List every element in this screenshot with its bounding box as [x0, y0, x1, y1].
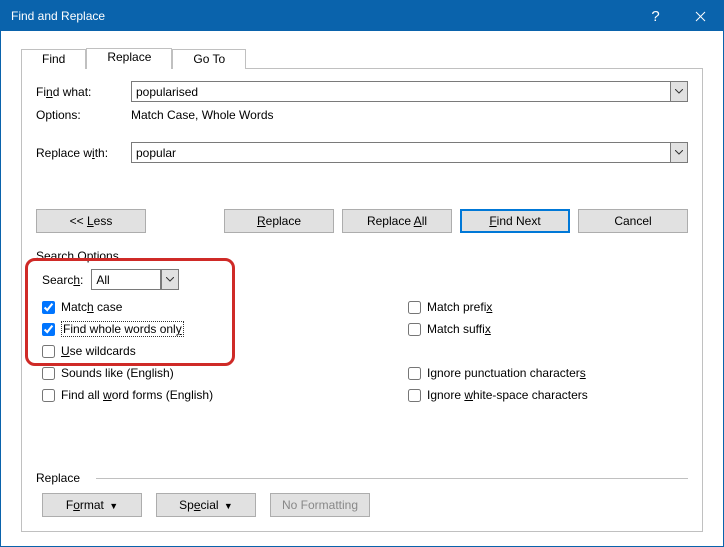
match-prefix-label: Match prefix: [427, 300, 492, 314]
find-what-dropdown[interactable]: [670, 81, 688, 102]
close-button[interactable]: [678, 1, 723, 31]
find-next-button[interactable]: Find Next: [460, 209, 570, 233]
format-button[interactable]: Format ▼: [42, 493, 142, 517]
replace-all-button[interactable]: Replace All: [342, 209, 452, 233]
chevron-down-icon: [675, 89, 683, 94]
close-icon: [695, 11, 706, 22]
help-button[interactable]: ?: [633, 1, 678, 31]
match-case-checkbox[interactable]: [42, 301, 55, 314]
options-label: Options:: [36, 108, 131, 122]
special-button[interactable]: Special ▼: [156, 493, 256, 517]
search-scope-dropdown[interactable]: [161, 269, 179, 290]
match-prefix-checkbox[interactable]: [408, 301, 421, 314]
whole-words-label: Find whole words only: [61, 322, 184, 336]
chevron-down-icon: [166, 277, 174, 282]
replace-with-dropdown[interactable]: [670, 142, 688, 163]
options-value: Match Case, Whole Words: [131, 108, 274, 122]
dialog-title: Find and Replace: [11, 9, 633, 23]
less-button[interactable]: << Less: [36, 209, 146, 233]
replace-with-label: Replace with:: [36, 146, 131, 160]
replace-with-input[interactable]: [131, 142, 670, 163]
wildcards-label: Use wildcards: [61, 344, 136, 358]
ignore-ws-checkbox[interactable]: [408, 389, 421, 402]
no-formatting-button: No Formatting: [270, 493, 370, 517]
whole-words-checkbox[interactable]: [42, 323, 55, 336]
search-scope-select[interactable]: All: [91, 269, 161, 290]
match-suffix-checkbox[interactable]: [408, 323, 421, 336]
tab-replace[interactable]: Replace: [86, 48, 172, 69]
ignore-punct-checkbox[interactable]: [408, 367, 421, 380]
replace-section-label: Replace: [36, 471, 86, 485]
sounds-like-checkbox[interactable]: [42, 367, 55, 380]
titlebar: Find and Replace ?: [1, 1, 723, 31]
search-options-label: Search Options: [36, 249, 688, 263]
tab-bar: Find Replace Go To: [21, 47, 703, 69]
wildcards-checkbox[interactable]: [42, 345, 55, 358]
replace-button[interactable]: Replace: [224, 209, 334, 233]
ignore-ws-label: Ignore white-space characters: [427, 388, 588, 402]
tab-goto[interactable]: Go To: [172, 49, 246, 69]
match-suffix-label: Match suffix: [427, 322, 491, 336]
cancel-button[interactable]: Cancel: [578, 209, 688, 233]
ignore-punct-label: Ignore punctuation characters: [427, 366, 586, 380]
word-forms-checkbox[interactable]: [42, 389, 55, 402]
tab-find[interactable]: Find: [21, 49, 86, 69]
find-what-input[interactable]: [131, 81, 670, 102]
chevron-down-icon: [675, 150, 683, 155]
find-what-label: Find what:: [36, 85, 131, 99]
word-forms-label: Find all word forms (English): [61, 388, 213, 402]
search-label: Search:: [42, 273, 83, 287]
match-case-label: Match case: [61, 300, 122, 314]
sounds-like-label: Sounds like (English): [61, 366, 174, 380]
